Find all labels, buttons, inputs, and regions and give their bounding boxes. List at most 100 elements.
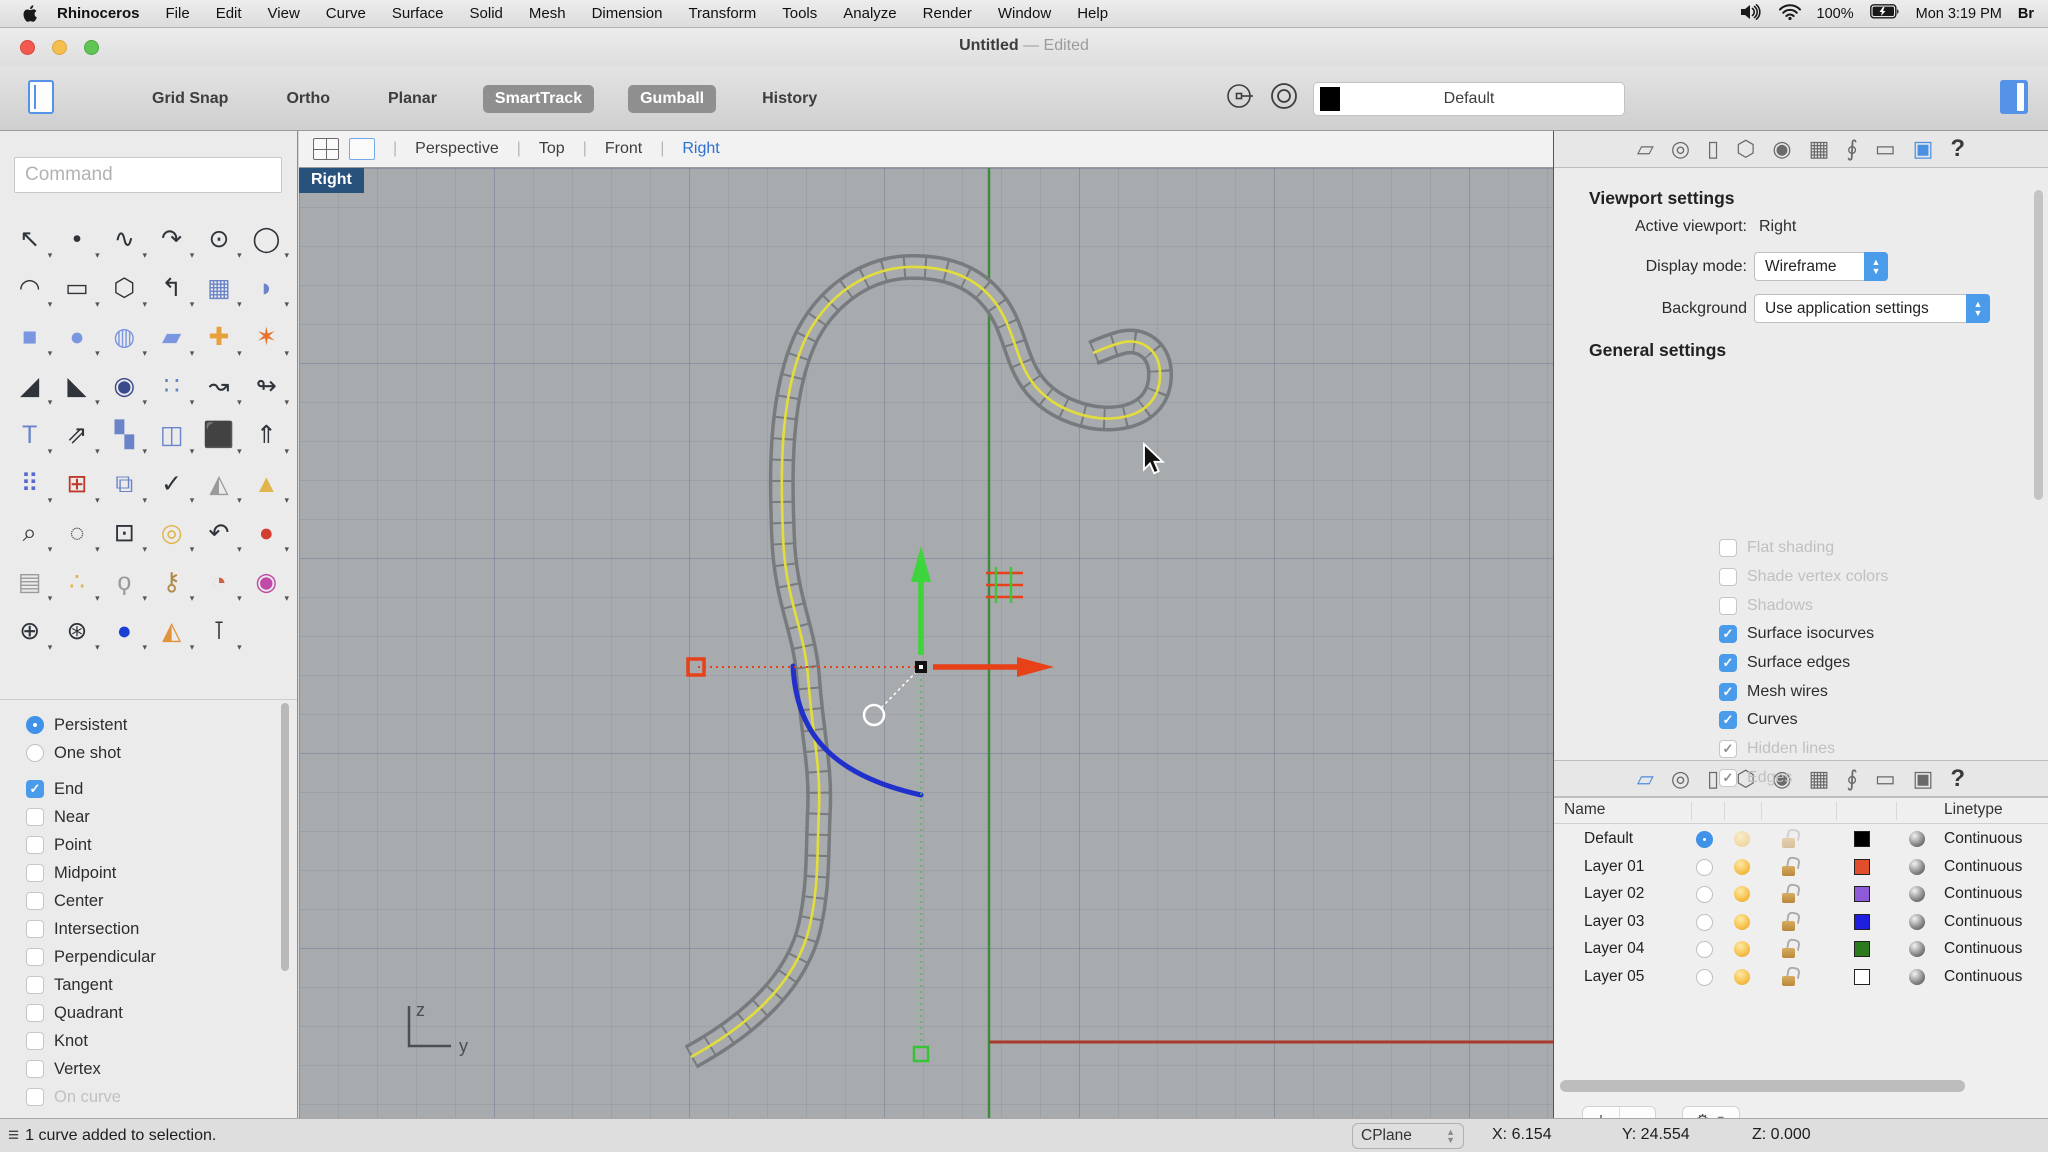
layer-row-layer-02[interactable]: Layer 02Continuous <box>1554 881 2048 909</box>
group-shapes-icon[interactable]: ∴ <box>53 564 100 600</box>
checkbox-surface-isocurves[interactable]: ✓Surface isocurves <box>1719 620 1888 649</box>
radio-icon[interactable] <box>26 744 44 762</box>
current-layer-radio[interactable] <box>1696 831 1713 848</box>
left-sidebar-toggle-icon[interactable] <box>28 80 54 114</box>
menu-curve[interactable]: Curve <box>313 5 379 22</box>
checkbox-icon[interactable]: ✓ <box>1719 711 1737 729</box>
camera-icon[interactable]: ◉ <box>1772 138 1791 160</box>
target-icon[interactable]: ◎ <box>1671 768 1690 790</box>
layer-linetype[interactable]: Continuous <box>1944 858 2022 876</box>
trim-icon[interactable]: ◢ <box>6 368 53 404</box>
surface-patch-icon[interactable]: ▰ <box>148 319 195 355</box>
hatch-icon[interactable]: ▦ <box>1809 138 1830 160</box>
lock-icon[interactable]: ⚷ <box>148 564 195 600</box>
box-icon[interactable]: ■ <box>6 319 53 355</box>
checkbox-curves[interactable]: ✓Curves <box>1719 706 1888 735</box>
viewport-tab-perspective[interactable]: Perspective <box>415 140 499 158</box>
lightbulb-icon[interactable]: ϙ <box>101 564 148 600</box>
layer-color-swatch[interactable] <box>1854 831 1870 847</box>
layer-material-icon[interactable] <box>1909 859 1925 875</box>
layer-visibility-bulb-icon[interactable] <box>1734 859 1750 875</box>
zoom-window-icon[interactable]: ◌ <box>53 515 100 551</box>
viewport-tab-front[interactable]: Front <box>605 140 642 158</box>
layer-visibility-bulb-icon[interactable] <box>1734 914 1750 930</box>
cone-icon[interactable]: ◭ <box>148 613 195 649</box>
point-icon[interactable]: • <box>53 221 100 257</box>
zoom-selected-icon[interactable]: ◎ <box>148 515 195 551</box>
ellipse-icon[interactable]: ◯ <box>243 221 290 257</box>
cplane-point-icon[interactable] <box>1225 81 1255 116</box>
layer-color-swatch[interactable] <box>1854 886 1870 902</box>
checkbox-point[interactable]: Point <box>26 831 276 859</box>
checkbox-shade-vertex-colors[interactable]: Shade vertex colors <box>1719 563 1888 592</box>
boolean-puzzle-icon[interactable]: ✚ <box>195 319 242 355</box>
display-mode-dropdown[interactable]: Wireframe ▲▼ <box>1754 252 1888 281</box>
menu-tools[interactable]: Tools <box>769 5 830 22</box>
menu-view[interactable]: View <box>255 5 313 22</box>
layer-linetype[interactable]: Continuous <box>1944 885 2022 903</box>
gumball-plane-widget[interactable] <box>986 567 1023 603</box>
layer-lock-icon[interactable] <box>1782 884 1797 903</box>
checkbox-on-curve[interactable]: On curve <box>26 1083 276 1111</box>
layer-material-icon[interactable] <box>1909 886 1925 902</box>
dimension-structure-icon[interactable]: ⊺ <box>195 613 242 649</box>
checkbox-hidden-lines[interactable]: ✓Hidden lines <box>1719 735 1888 764</box>
checkbox-midpoint[interactable]: Midpoint <box>26 859 276 887</box>
layer-color-swatch[interactable] <box>1854 859 1870 875</box>
checkbox-icon[interactable] <box>26 808 44 826</box>
checkbox-surface-edges[interactable]: ✓Surface edges <box>1719 649 1888 678</box>
gumball-scale-handle[interactable] <box>864 705 884 725</box>
checkbox-vertex[interactable]: Vertex <box>26 1055 276 1083</box>
layer-material-icon[interactable] <box>1909 831 1925 847</box>
frame-icon[interactable]: ▭ <box>1875 138 1896 160</box>
four-viewport-layout-icon[interactable] <box>313 138 339 160</box>
current-layer-radio[interactable] <box>1696 941 1713 958</box>
menu-file[interactable]: File <box>153 5 203 22</box>
rectangle-icon[interactable]: ▭ <box>53 270 100 306</box>
layer-visibility-bulb-icon[interactable] <box>1734 886 1750 902</box>
gumball-x-handle[interactable] <box>688 659 704 675</box>
make-2d-icon[interactable]: ▤ <box>6 564 53 600</box>
zoom-in-out-icon[interactable]: ⌕ <box>6 515 53 551</box>
checkbox-end[interactable]: ✓End <box>26 775 276 803</box>
bend-surface-icon[interactable]: ◗ <box>243 270 290 306</box>
layer-linetype[interactable]: Continuous <box>1944 968 2022 986</box>
layer-color-swatch[interactable] <box>1854 941 1870 957</box>
checkbox-icon[interactable] <box>1719 568 1737 586</box>
menu-rhinoceros[interactable]: Rhinoceros <box>44 5 153 22</box>
layer-lock-icon[interactable] <box>1782 829 1797 848</box>
checkbox-icon[interactable] <box>26 836 44 854</box>
toolbar-toggle-planar[interactable]: Planar <box>376 85 449 113</box>
color-wheel-icon[interactable]: ◉ <box>243 564 290 600</box>
help-icon[interactable]: ? <box>1950 767 1965 791</box>
undo-view-icon[interactable]: ↶ <box>195 515 242 551</box>
checkbox-icon[interactable] <box>26 1032 44 1050</box>
concentric-circles-icon[interactable] <box>1269 81 1299 116</box>
sphere-grid-icon[interactable]: ⊛ <box>53 613 100 649</box>
layer-visibility-bulb-icon[interactable] <box>1734 941 1750 957</box>
checkbox-icon[interactable] <box>26 864 44 882</box>
layer-row-layer-03[interactable]: Layer 03Continuous <box>1554 909 2048 937</box>
boolean-circles-icon[interactable]: ∷ <box>148 368 195 404</box>
viewport-canvas[interactable]: z y Right <box>299 168 1553 1118</box>
scale-icon[interactable]: ⇗ <box>53 417 100 453</box>
menu-window[interactable]: Window <box>985 5 1064 22</box>
toolbar-toggle-grid-snap[interactable]: Grid Snap <box>140 85 240 113</box>
check-icon[interactable]: ✓ <box>148 466 195 502</box>
checkbox-icon[interactable]: ✓ <box>1719 769 1737 787</box>
checkbox-icon[interactable] <box>26 892 44 910</box>
checkbox-icon[interactable]: ✓ <box>1719 683 1737 701</box>
battery-icon[interactable] <box>1870 4 1900 23</box>
layers-horizontal-scrollbar[interactable] <box>1560 1080 2042 1092</box>
viewport-name-badge[interactable]: Right <box>299 168 364 193</box>
checkbox-perpendicular[interactable]: Perpendicular <box>26 943 276 971</box>
array-icon[interactable]: ⠿ <box>6 466 53 502</box>
menu-edit[interactable]: Edit <box>203 5 255 22</box>
split-icon[interactable]: ◣ <box>53 368 100 404</box>
sphere-wireframe-icon[interactable]: ⊕ <box>6 613 53 649</box>
checkbox-icon[interactable]: ✓ <box>1719 740 1737 758</box>
toolbar-toggle-smarttrack[interactable]: SmartTrack <box>483 85 594 113</box>
checkbox-flat-shading[interactable]: Flat shading <box>1719 534 1888 563</box>
curve-icon[interactable]: ↷ <box>148 221 195 257</box>
command-input[interactable] <box>14 157 282 193</box>
